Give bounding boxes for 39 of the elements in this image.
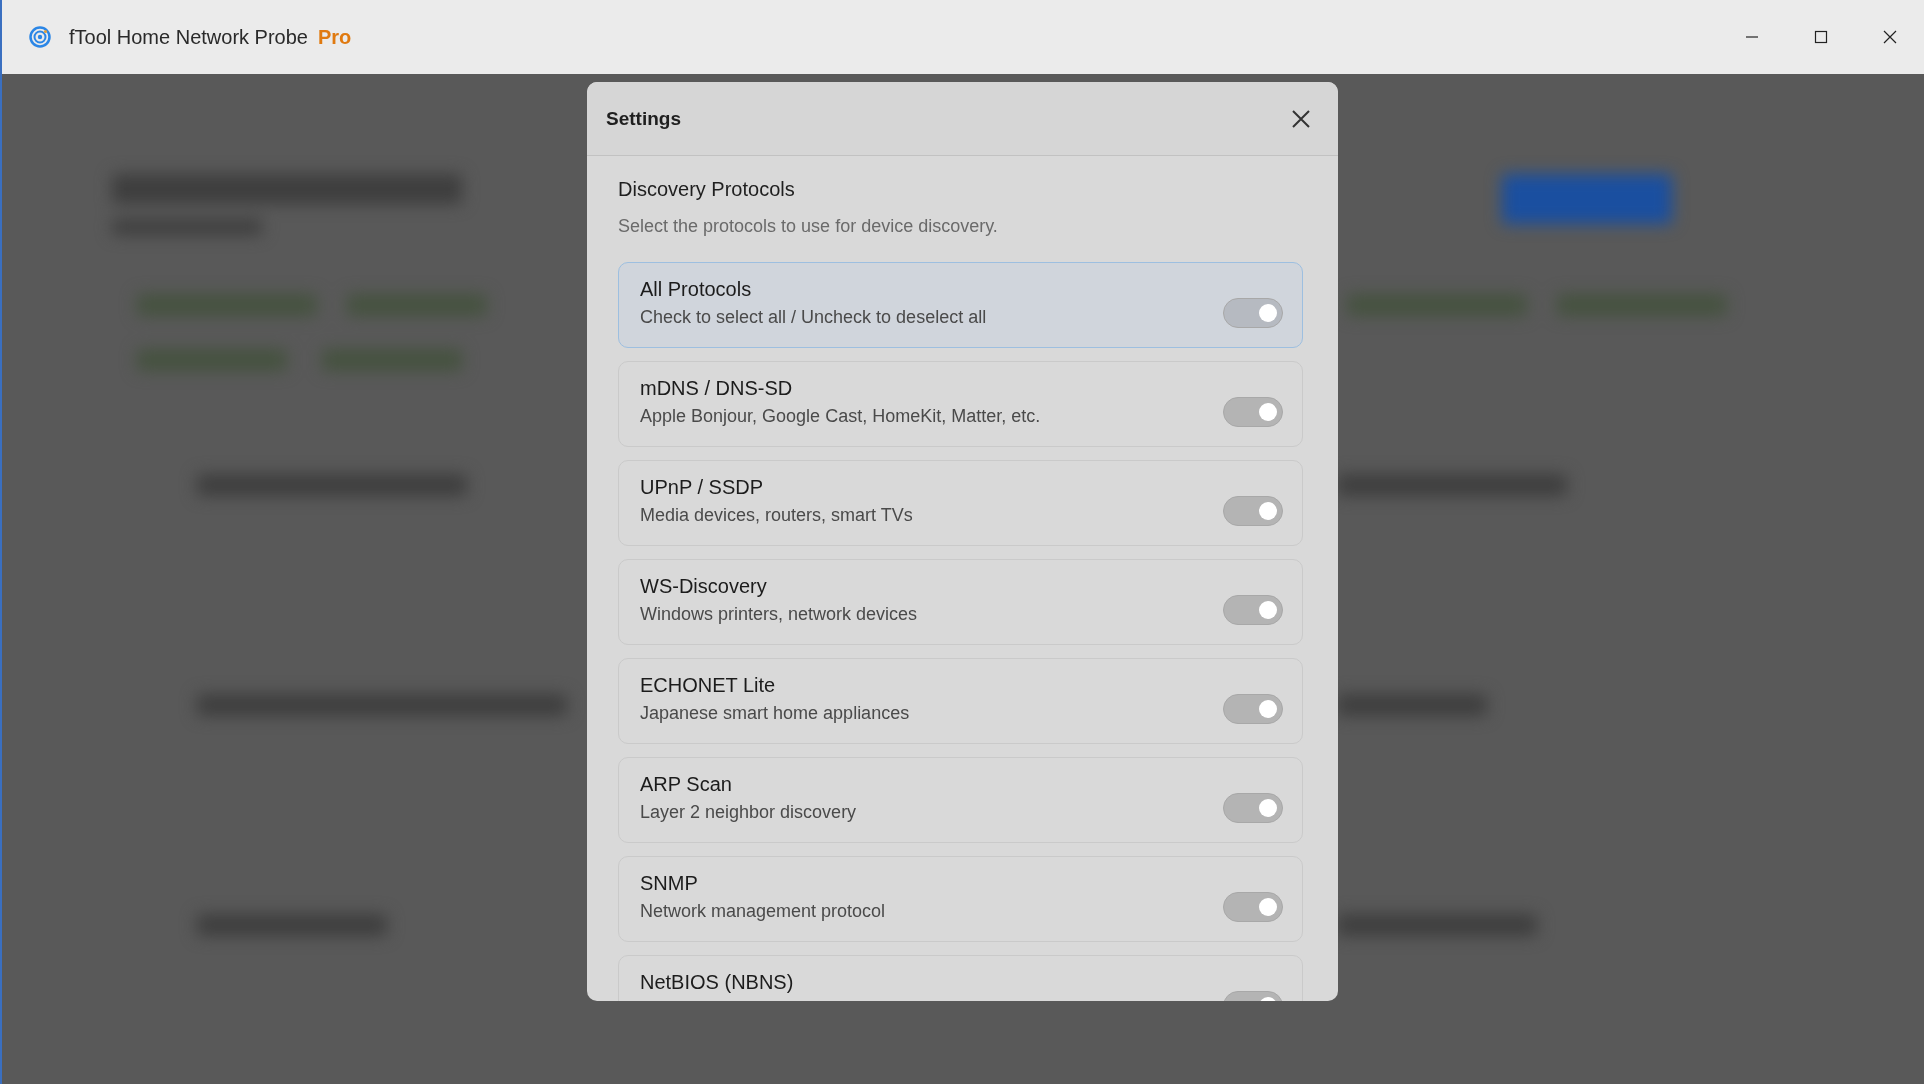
protocol-name: mDNS / DNS-SD [640,377,794,400]
toggle-switch[interactable] [1223,495,1283,526]
window-title: fTool Home Network Probe [69,25,308,49]
close-icon [1882,30,1897,44]
edition-label: Pro [318,25,352,49]
toggle-switch[interactable] [1223,297,1283,328]
toggle-switch[interactable] [1223,891,1283,922]
dialog-title: Settings [606,107,681,130]
toggle-switch[interactable] [1223,792,1283,823]
protocol-row[interactable]: mDNS / DNS-SD Apple Bonjour, Google Cast, HomeKit, Matter, etc. [618,361,1303,447]
protocol-row[interactable]: ECHONET Lite Japanese smart home appliances [618,658,1303,744]
protocol-name: ECHONET Lite [640,674,777,697]
protocol-description: Layer 2 neighbor discovery [640,802,857,823]
protocol-name: ARP Scan [640,773,733,796]
section-title: Discovery Protocols [618,178,796,201]
protocol-name: UPnP / SSDP [640,476,765,499]
maximize-icon [1813,30,1828,44]
protocol-description: Apple Bonjour, Google Cast, HomeKit, Matter, etc. [640,406,1041,427]
toggle-switch[interactable] [1223,693,1283,724]
protocol-row[interactable]: UPnP / SSDP Media devices, routers, smart TVs [618,460,1303,546]
protocol-name: NetBIOS (NBNS) [640,971,794,994]
protocol-row[interactable]: SNMP Network management protocol [618,856,1303,942]
protocol-description: Japanese smart home appliances [640,703,910,724]
close-icon [1291,108,1311,129]
section-hint: Select the protocols to use for device discovery. [618,216,999,237]
toggle-switch[interactable] [1223,594,1283,625]
protocol-row[interactable]: NetBIOS (NBNS) [618,955,1303,1001]
toggle-switch[interactable] [1223,396,1283,427]
protocol-row[interactable]: WS-Discovery Windows printers, network devices [618,559,1303,645]
protocol-description: Windows printers, network devices [640,604,918,625]
protocol-description: Media devices, routers, smart TVs [640,505,913,526]
protocol-row[interactable]: All Protocols Check to select all / Uncheck to deselect all [618,262,1303,348]
target-icon [29,26,51,48]
protocol-name: SNMP [640,872,699,895]
protocol-description: Network management protocol [640,901,886,922]
protocol-name: All Protocols [640,278,753,301]
protocol-description: Check to select all / Uncheck to deselect all [640,307,987,328]
protocol-row[interactable]: ARP Scan Layer 2 neighbor discovery [618,757,1303,843]
protocol-name: WS-Discovery [640,575,768,598]
